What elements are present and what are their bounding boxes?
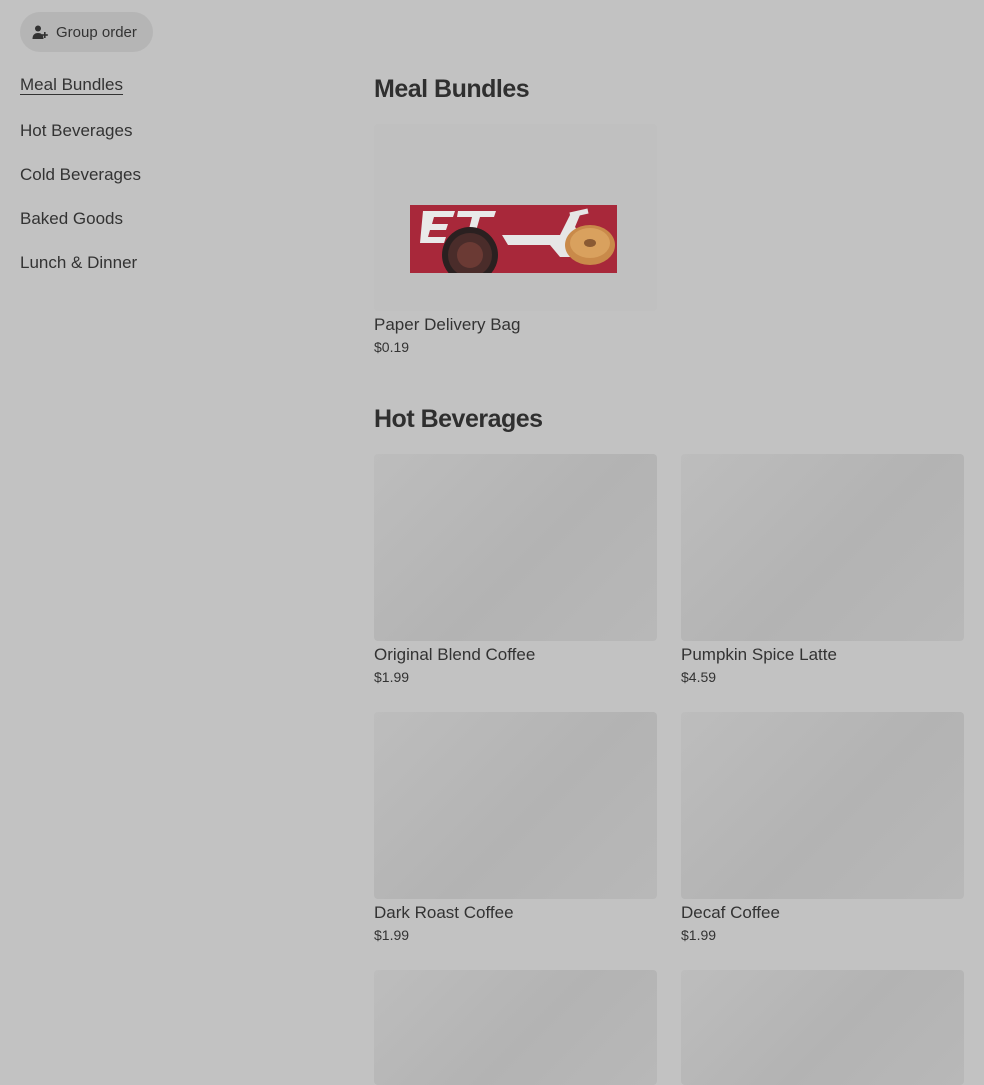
item-image-placeholder bbox=[374, 712, 657, 899]
item-image-placeholder bbox=[681, 970, 964, 1085]
nav-item-hot-beverages[interactable]: Hot Beverages bbox=[20, 120, 320, 142]
section-title-meal-bundles: Meal Bundles bbox=[374, 75, 530, 103]
page: Group order Meal Bundles Hot Beverages C… bbox=[0, 0, 984, 1085]
item-price: $0.19 bbox=[374, 339, 410, 355]
menu-item-card[interactable]: Paper Delivery Bag $0.19 bbox=[374, 124, 657, 355]
nav-item-baked-goods[interactable]: Baked Goods bbox=[20, 208, 320, 230]
item-name: Dark Roast Coffee bbox=[374, 903, 514, 922]
item-name: Paper Delivery Bag bbox=[374, 315, 521, 334]
nav-item-lunch-dinner[interactable]: Lunch & Dinner bbox=[20, 252, 320, 274]
menu-item-card[interactable]: Original Blend Coffee $1.99 bbox=[374, 454, 657, 685]
nav-item-meal-bundles[interactable]: Meal Bundles bbox=[20, 74, 320, 96]
item-price: $4.59 bbox=[681, 669, 717, 685]
menu-item-card[interactable]: Pumpkin Spice Latte $4.59 bbox=[681, 454, 964, 685]
item-price: $1.99 bbox=[374, 927, 410, 943]
section-title-hot-beverages: Hot Beverages bbox=[374, 405, 543, 433]
item-name: Pumpkin Spice Latte bbox=[681, 645, 837, 664]
menu-item-card[interactable] bbox=[681, 970, 964, 1085]
item-price: $1.99 bbox=[374, 669, 410, 685]
item-price: $1.99 bbox=[681, 927, 717, 943]
group-order-button[interactable]: Group order bbox=[20, 12, 153, 52]
item-image bbox=[374, 124, 657, 311]
delivery-bag-logo bbox=[410, 205, 617, 273]
item-image-placeholder bbox=[681, 712, 964, 899]
person-add-icon bbox=[32, 25, 48, 39]
menu-item-card[interactable]: Decaf Coffee $1.99 bbox=[681, 712, 964, 943]
item-image-placeholder bbox=[681, 454, 964, 641]
item-name: Original Blend Coffee bbox=[374, 645, 536, 664]
menu-item-card[interactable]: Dark Roast Coffee $1.99 bbox=[374, 712, 657, 943]
group-order-label: Group order bbox=[56, 23, 137, 41]
category-nav: Meal Bundles Hot Beverages Cold Beverage… bbox=[20, 74, 320, 296]
item-name: Decaf Coffee bbox=[681, 903, 780, 922]
item-image-placeholder bbox=[374, 970, 657, 1085]
menu-item-card[interactable] bbox=[374, 970, 657, 1085]
nav-item-cold-beverages[interactable]: Cold Beverages bbox=[20, 164, 320, 186]
item-image-placeholder bbox=[374, 454, 657, 641]
